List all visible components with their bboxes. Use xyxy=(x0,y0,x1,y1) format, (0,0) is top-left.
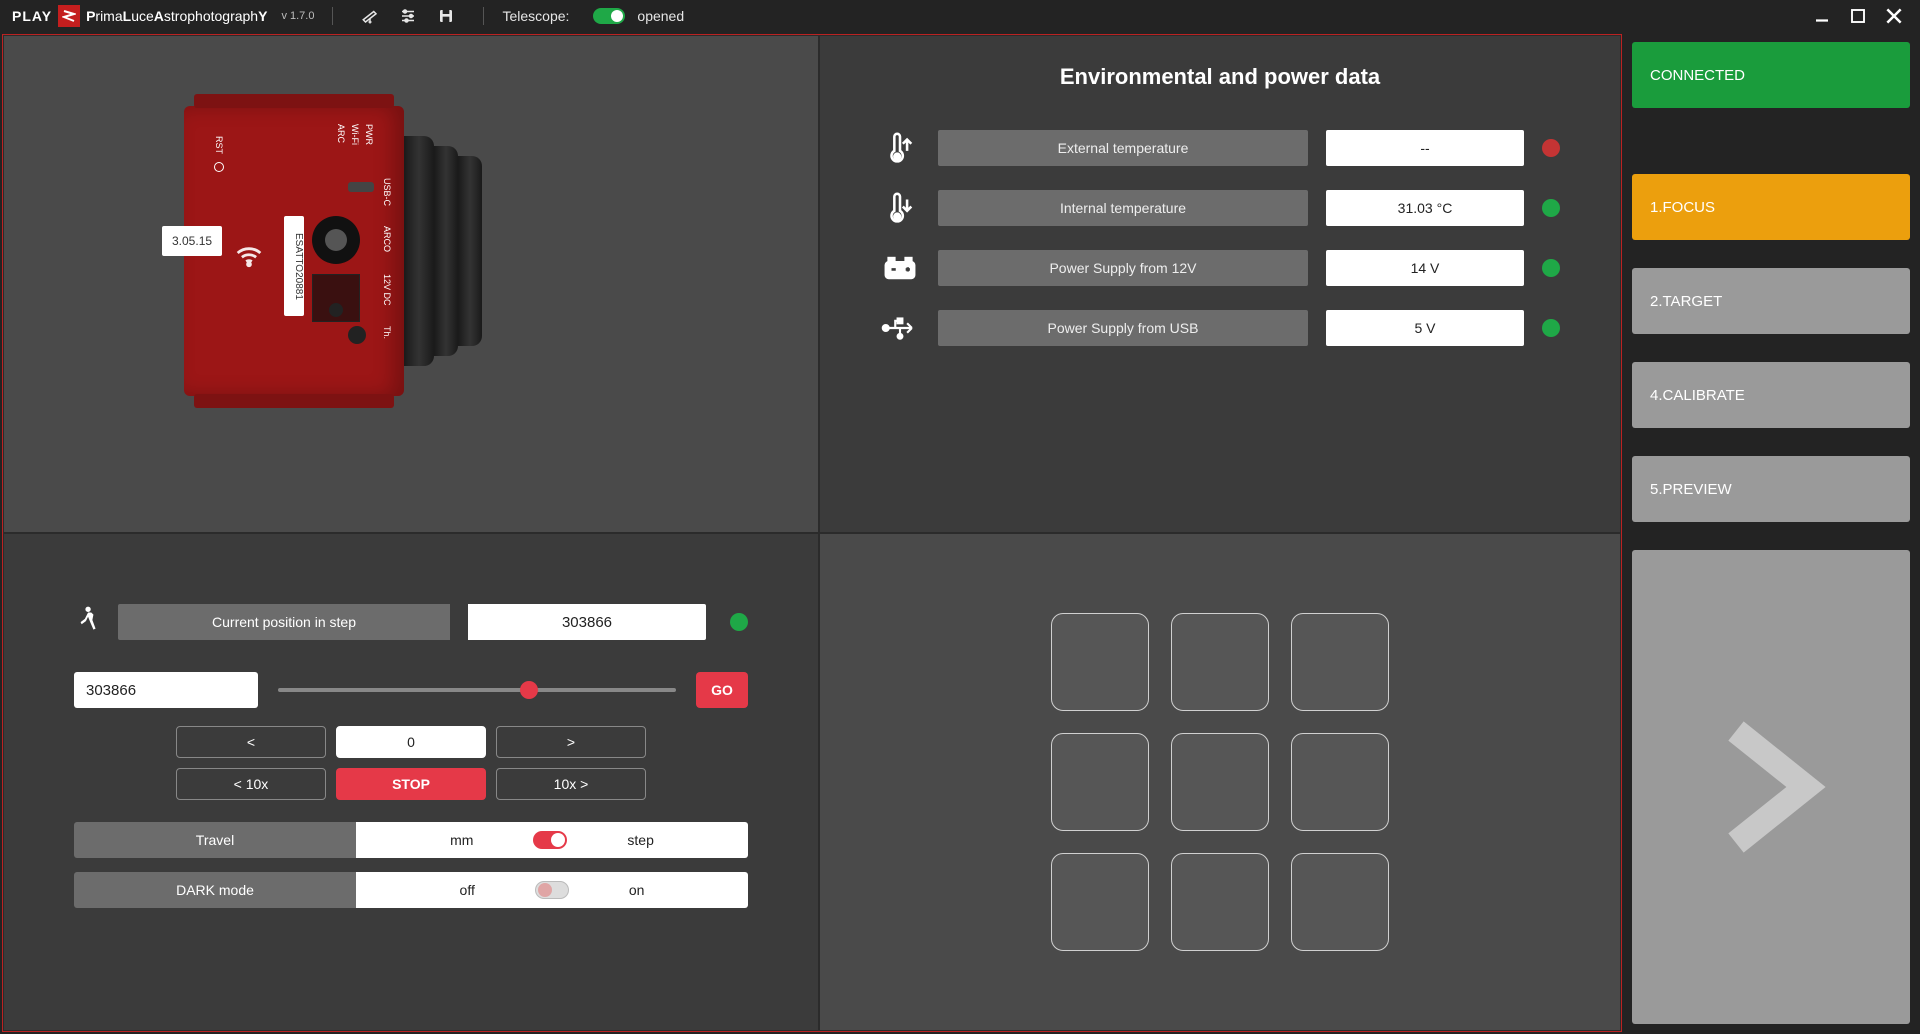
usb-icon xyxy=(880,314,920,342)
step-zero-button[interactable]: 0 xyxy=(336,726,486,758)
env-label: Power Supply from USB xyxy=(938,310,1308,346)
port-12vdc: 12V DC xyxy=(382,274,392,306)
telescope-icon[interactable] xyxy=(361,7,379,25)
th-connector xyxy=(348,326,366,344)
position-input[interactable] xyxy=(74,672,258,708)
thermometer-up-icon xyxy=(880,131,920,165)
wifi-icon xyxy=(232,236,266,275)
step-plus-10x-button[interactable]: 10x > xyxy=(496,768,646,800)
sidebar-item-preview[interactable]: 5.PREVIEW xyxy=(1632,456,1910,522)
close-button[interactable] xyxy=(1880,2,1908,30)
port-arco: ARCO xyxy=(382,226,392,252)
travel-opt-step: step xyxy=(627,832,653,848)
env-row-int-temp: Internal temperature 31.03 °C xyxy=(880,190,1560,226)
port-pwr: PWR xyxy=(364,124,374,145)
usb-slot xyxy=(348,182,374,192)
brand-name: PrimaLuceAstrophotographY xyxy=(86,8,267,24)
focus-panel: Current position in step 303866 GO < 0 >… xyxy=(3,533,819,1031)
chevron-right-icon xyxy=(1711,717,1831,857)
dark-toggle-row: DARK mode off on xyxy=(74,872,748,908)
go-button[interactable]: GO xyxy=(696,672,748,708)
port-th: Th. xyxy=(382,326,392,339)
travel-toggle-row: Travel mm step xyxy=(74,822,748,858)
maximize-button[interactable] xyxy=(1844,2,1872,30)
telescope-label: Telescope: xyxy=(502,8,569,24)
position-label: Current position in step xyxy=(118,604,450,640)
status-led xyxy=(730,613,748,631)
dark-opt-on: on xyxy=(629,882,645,898)
env-row-usb: Power Supply from USB 5 V xyxy=(880,310,1560,346)
step-minus-10x-button[interactable]: < 10x xyxy=(176,768,326,800)
environment-panel: Environmental and power data External te… xyxy=(819,35,1621,533)
preview-tile[interactable] xyxy=(1171,733,1269,831)
battery-icon xyxy=(880,255,920,281)
device-body: PWR Wi-Fi ARC RST USB-C ARCO 12V DC Th. … xyxy=(184,106,404,396)
env-label: External temperature xyxy=(938,130,1308,166)
env-value: 14 V xyxy=(1326,250,1524,286)
preview-tile[interactable] xyxy=(1171,613,1269,711)
env-value: -- xyxy=(1326,130,1524,166)
env-value: 5 V xyxy=(1326,310,1524,346)
version-label: v 1.7.0 xyxy=(281,10,314,22)
dark-opt-off: off xyxy=(460,882,475,898)
stop-button[interactable]: STOP xyxy=(336,768,486,800)
env-row-12v: Power Supply from 12V 14 V xyxy=(880,250,1560,286)
preview-tile[interactable] xyxy=(1291,733,1389,831)
sidebar-item-calibrate[interactable]: 4.CALIBRATE xyxy=(1632,362,1910,428)
title-bar: PLAY PrimaLuceAstrophotographY v 1.7.0 T… xyxy=(0,0,1920,32)
travel-opt-mm: mm xyxy=(450,832,473,848)
preview-tile[interactable] xyxy=(1291,613,1389,711)
sidebar: CONNECTED 1.FOCUS 2.TARGET 4.CALIBRATE 5… xyxy=(1624,32,1920,1034)
telescope-state: opened xyxy=(637,8,684,24)
device-name-plate: ESATTO20881 xyxy=(284,216,304,316)
play-word: PLAY xyxy=(12,8,52,24)
step-plus-button[interactable]: > xyxy=(496,726,646,758)
arco-connector xyxy=(312,216,360,264)
rst-hole xyxy=(214,162,224,172)
next-button[interactable] xyxy=(1632,550,1910,1024)
preview-tile[interactable] xyxy=(1051,733,1149,831)
logo-icon xyxy=(58,5,80,27)
preview-grid-panel xyxy=(819,533,1621,1031)
firmware-badge: 3.05.15 xyxy=(162,226,222,256)
env-value: 31.03 °C xyxy=(1326,190,1524,226)
port-wifi: Wi-Fi xyxy=(350,124,360,145)
minimize-button[interactable] xyxy=(1808,2,1836,30)
env-row-ext-temp: External temperature -- xyxy=(880,130,1560,166)
port-usbc: USB-C xyxy=(382,178,392,206)
sliders-icon[interactable] xyxy=(399,7,417,25)
preview-tile[interactable] xyxy=(1171,853,1269,951)
dc-connector xyxy=(312,274,360,322)
env-label: Power Supply from 12V xyxy=(938,250,1308,286)
port-arc: ARC xyxy=(336,124,346,143)
travel-label: Travel xyxy=(74,822,356,858)
travel-toggle[interactable] xyxy=(533,831,567,849)
dark-toggle[interactable] xyxy=(535,881,569,899)
position-value: 303866 xyxy=(468,604,706,640)
preview-tile[interactable] xyxy=(1291,853,1389,951)
save-icon[interactable] xyxy=(437,7,455,25)
step-minus-button[interactable]: < xyxy=(176,726,326,758)
position-slider[interactable] xyxy=(278,672,676,708)
status-led xyxy=(1542,259,1560,277)
status-led xyxy=(1542,139,1560,157)
sidebar-item-focus[interactable]: 1.FOCUS xyxy=(1632,174,1910,240)
env-title: Environmental and power data xyxy=(880,64,1560,90)
telescope-toggle[interactable] xyxy=(593,8,625,24)
preview-tile[interactable] xyxy=(1051,853,1149,951)
preview-tile[interactable] xyxy=(1051,613,1149,711)
env-label: Internal temperature xyxy=(938,190,1308,226)
main-area: PWR Wi-Fi ARC RST USB-C ARCO 12V DC Th. … xyxy=(2,34,1622,1032)
dark-label: DARK mode xyxy=(74,872,356,908)
sidebar-item-target[interactable]: 2.TARGET xyxy=(1632,268,1910,334)
port-rst: RST xyxy=(214,136,224,154)
device-panel: PWR Wi-Fi ARC RST USB-C ARCO 12V DC Th. … xyxy=(3,35,819,533)
lens-barrel xyxy=(404,136,482,366)
status-led xyxy=(1542,319,1560,337)
connected-button[interactable]: CONNECTED xyxy=(1632,42,1910,108)
status-led xyxy=(1542,199,1560,217)
thermometer-down-icon xyxy=(880,191,920,225)
walk-icon xyxy=(74,605,100,640)
